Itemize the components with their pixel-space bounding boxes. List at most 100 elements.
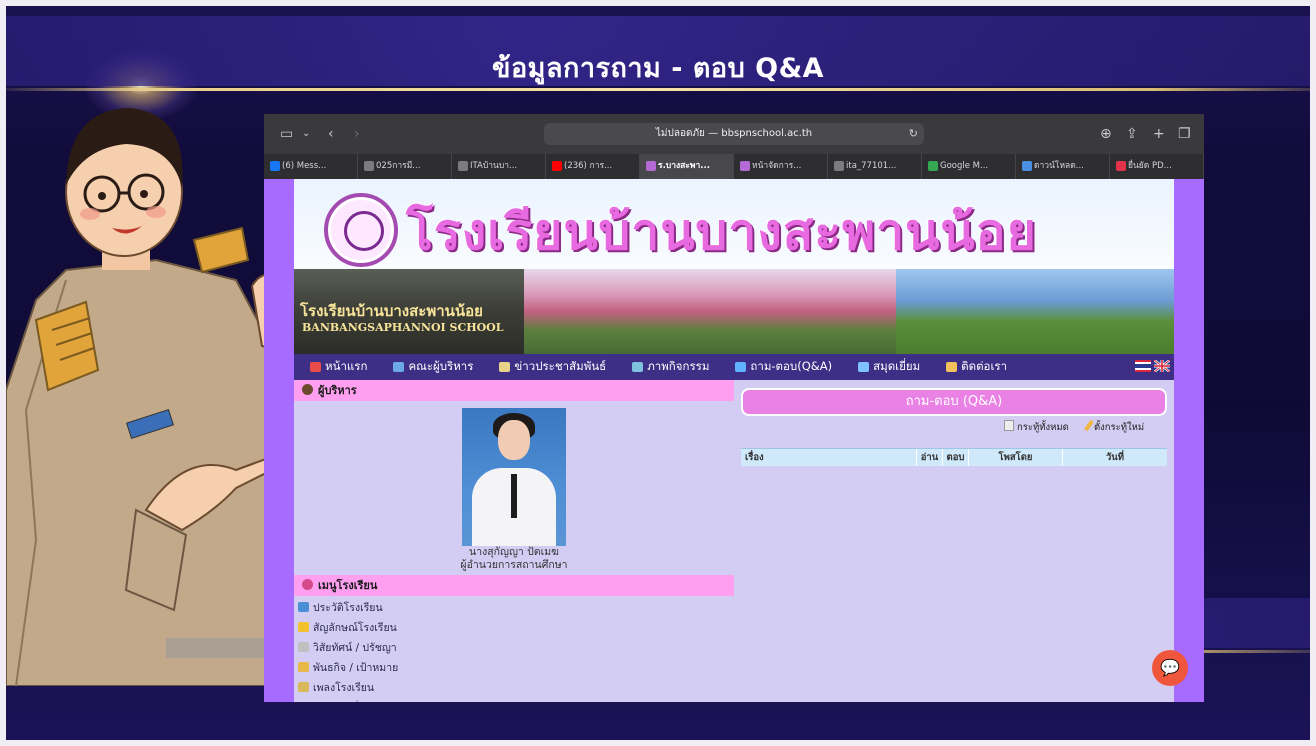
nav-item[interactable]: หน้าแรก [310, 358, 367, 376]
tab-label: (6) Mess... [282, 161, 327, 171]
banner-photo-building [524, 269, 896, 354]
menu-item-label: พันธกิจ / เป้าหมาย [313, 662, 399, 674]
tab-label: ITAบ้านบา... [470, 161, 518, 171]
school-menu-icon [302, 579, 313, 590]
tab-favicon-icon [740, 161, 750, 171]
nav-item[interactable]: คณะผู้บริหาร [393, 358, 473, 376]
forward-arrow-icon[interactable]: › [354, 125, 360, 143]
address-bar[interactable]: ไม่ปลอดภัย — bbspnschool.ac.th ↻ [544, 123, 924, 145]
admin-caption: นางสุกัญญา ปัตเมฆ ผู้อำนวยการสถานศึกษา [294, 546, 734, 572]
column-reads[interactable]: อ่าน [917, 449, 943, 466]
nav-item-label: ติดต่อเรา [961, 359, 1008, 373]
browser-tab[interactable]: ร.บางสะพา... [640, 154, 734, 179]
tab-favicon-icon [834, 161, 844, 171]
admin-name: นางสุกัญญา ปัตเมฆ [469, 546, 559, 558]
admin-section-label: ผู้บริหาร [318, 384, 357, 397]
school-menu-label: เมนูโรงเรียน [318, 579, 378, 592]
browser-tab[interactable]: ita_77101... [828, 154, 922, 179]
menu-item-label: สัญลักษณ์โรงเรียน [313, 622, 397, 634]
browser-tab[interactable]: หน้าจัดการ... [734, 154, 828, 179]
nav-item-icon [310, 362, 321, 372]
nav-item-label: ภาพกิจกรรม [647, 359, 710, 373]
qa-table-header: เรื่อง อ่าน ตอบ โพสโดย วันที่ [741, 448, 1167, 466]
uk-flag-icon[interactable] [1154, 360, 1170, 372]
new-thread-link[interactable]: ตั้งกระทู้ใหม่ [1084, 419, 1145, 435]
nav-item[interactable]: ติดต่อเรา [946, 358, 1007, 376]
share-icon[interactable]: ⇪ [1126, 125, 1138, 143]
tab-label: ร.บางสะพา... [658, 161, 710, 171]
back-arrow-icon[interactable]: ‹ [328, 125, 334, 143]
menu-item-label: วิสัยทัศน์ / ปรัชญา [313, 642, 397, 654]
tab-favicon-icon [1022, 161, 1032, 171]
tab-favicon-icon [270, 161, 280, 171]
browser-tab[interactable]: (236) การ... [546, 154, 640, 179]
menu-item-icon [298, 642, 309, 652]
qa-title-bar: ถาม-ตอบ (Q&A) [741, 388, 1167, 416]
web-page: โรงเรียนบ้านบางสะพานน้อย โรงเรียนบ้านบาง… [264, 179, 1204, 702]
download-icon[interactable]: ⊕ [1100, 125, 1112, 143]
tab-favicon-icon [928, 161, 938, 171]
nav-item[interactable]: สมุดเยี่ยม [858, 358, 920, 376]
nav-item[interactable]: ถาม-ตอบ(Q&A) [735, 358, 832, 376]
nav-item-icon [858, 362, 870, 372]
admin-photo [462, 408, 566, 546]
school-menu-item[interactable]: ประวัติโรงเรียน [298, 599, 383, 616]
banner-title: โรงเรียนบ้านบางสะพานน้อย [406, 202, 1037, 261]
nav-item-label: หน้าแรก [325, 359, 368, 373]
tab-favicon-icon [552, 161, 562, 171]
tab-overview-icon[interactable]: ❐ [1178, 125, 1191, 143]
new-tab-icon[interactable]: + [1153, 125, 1165, 143]
tab-favicon-icon [458, 161, 468, 171]
new-thread-label: ตั้งกระทู้ใหม่ [1094, 422, 1145, 433]
nav-item[interactable]: ภาพกิจกรรม [632, 358, 709, 376]
school-menu-item[interactable]: พันธกิจ / เป้าหมาย [298, 659, 398, 676]
school-menu-item[interactable]: เพลงโรงเรียน [298, 679, 374, 696]
language-flags [1132, 360, 1170, 372]
tab-label: 025การมี... [376, 161, 421, 171]
tab-label: หน้าจัดการ... [752, 161, 802, 171]
school-menu-header: เมนูโรงเรียน [294, 575, 734, 596]
tab-label: (236) การ... [564, 161, 613, 171]
reload-icon[interactable]: ↻ [909, 123, 918, 145]
menu-item-icon [298, 662, 309, 672]
tab-favicon-icon [364, 161, 374, 171]
pencil-icon [1084, 419, 1094, 432]
school-site: โรงเรียนบ้านบางสะพานน้อย โรงเรียนบ้านบาง… [294, 179, 1174, 702]
nav-item-label: สมุดเยี่ยม [873, 359, 921, 373]
nav-item-icon [735, 362, 747, 372]
browser-toolbar: ▭ ⌄ ‹ › ไม่ปลอดภัย — bbspnschool.ac.th ↻… [264, 114, 1204, 154]
admin-title: ผู้อำนวยการสถานศึกษา [460, 559, 568, 571]
browser-tab[interactable]: ดาวน์โหลด... [1016, 154, 1110, 179]
column-subject[interactable]: เรื่อง [741, 449, 917, 466]
nav-item[interactable]: ข่าวประชาสัมพันธ์ [499, 358, 606, 376]
tab-label: Google M... [940, 161, 989, 171]
column-date[interactable]: วันที่ [1063, 449, 1167, 466]
browser-tab[interactable]: Google M... [922, 154, 1016, 179]
school-menu-item[interactable]: วิสัยทัศน์ / ปรัชญา [298, 639, 397, 656]
all-threads-link[interactable]: กระทู้ทั้งหมด [1004, 420, 1069, 435]
chat-button[interactable]: 💬 [1152, 650, 1188, 686]
nav-item-label: ข่าวประชาสัมพันธ์ [514, 359, 607, 373]
thai-flag-icon[interactable] [1135, 360, 1151, 372]
admin-tie [511, 474, 517, 518]
nav-item-icon [946, 362, 958, 372]
column-posted-by[interactable]: โพสโดย [969, 449, 1063, 466]
sidebar-toggle-icon[interactable]: ▭ [280, 125, 293, 143]
nav-item-label: ถาม-ตอบ(Q&A) [750, 359, 833, 373]
chevron-down-icon[interactable]: ⌄ [302, 125, 310, 143]
browser-tab[interactable]: ITAบ้านบา... [452, 154, 546, 179]
browser-tab[interactable]: (6) Mess... [264, 154, 358, 179]
banner-photo-campus [896, 269, 1174, 354]
browser-tab[interactable]: ยื่นยัด PD... [1110, 154, 1204, 179]
chat-icon: 💬 [1160, 658, 1180, 677]
nav-item-icon [499, 362, 511, 372]
school-menu-item[interactable]: หลักสูตรที่เปิดสอน [298, 699, 395, 702]
browser-tab[interactable]: 025การมี... [358, 154, 452, 179]
column-replies[interactable]: ตอบ [943, 449, 969, 466]
admin-face [498, 420, 530, 460]
nav-item-icon [632, 362, 644, 372]
slide-background: ข้อมูลการถาม - ตอบ Q&A ▭ ⌄ ‹ › ไม่ปลอดภั… [6, 6, 1310, 740]
school-menu-item[interactable]: สัญลักษณ์โรงเรียน [298, 619, 397, 636]
document-icon [1004, 420, 1014, 431]
tab-favicon-icon [1116, 161, 1126, 171]
